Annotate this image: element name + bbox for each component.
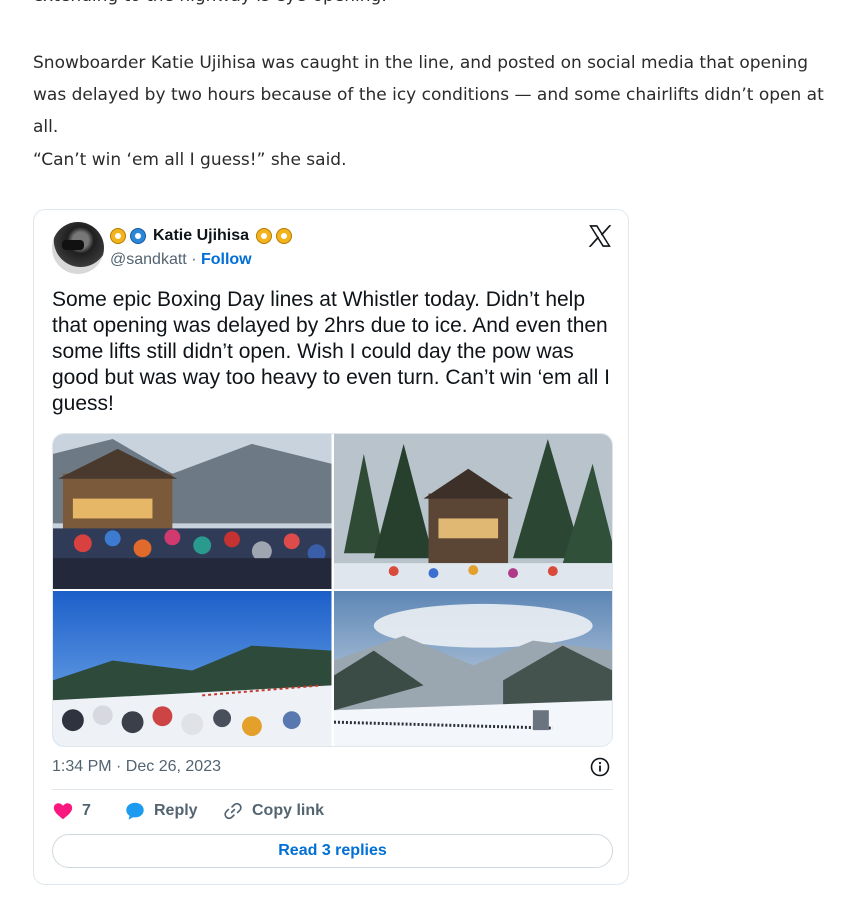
- article-paragraph-top: extending to the highway is eye-opening.: [33, 0, 833, 12]
- avatar[interactable]: [52, 222, 104, 274]
- copy-link-button[interactable]: Copy link: [222, 800, 324, 822]
- divider: [52, 789, 613, 790]
- tweet-photo-3[interactable]: [53, 591, 332, 746]
- tweet-actions: 7 Reply Copy link: [52, 800, 324, 822]
- like-count: 7: [82, 802, 91, 819]
- reply-label: Reply: [154, 802, 198, 819]
- tweet-photo-grid: [52, 433, 613, 747]
- heart-icon: [53, 803, 73, 820]
- copy-link-label: Copy link: [252, 802, 325, 819]
- read-replies-button[interactable]: Read 3 replies: [52, 834, 613, 868]
- author-name[interactable]: Katie Ujihisa: [153, 227, 249, 245]
- tweet-text: Some epic Boxing Day lines at Whistler t…: [52, 288, 610, 415]
- info-icon[interactable]: [590, 757, 610, 777]
- embedded-tweet: Katie Ujihisa @sandkatt · Follow Some ep…: [33, 209, 629, 885]
- tweet-photo-1[interactable]: [53, 434, 332, 589]
- article-paragraph-2: “Can’t win ‘em all I guess!” she said.: [33, 150, 347, 170]
- link-icon: [224, 802, 242, 820]
- x-logo-icon[interactable]: [587, 223, 613, 249]
- speech-bubble-icon: [126, 802, 144, 820]
- sun-emoji-icon: [256, 228, 273, 244]
- sun-emoji-icon: [110, 228, 126, 244]
- tweet-photo-2[interactable]: [333, 434, 612, 589]
- like-button[interactable]: 7: [52, 800, 124, 822]
- tweet-photo-4[interactable]: [333, 591, 612, 746]
- reply-button[interactable]: Reply: [124, 800, 222, 822]
- article-paragraph-1: Snowboarder Katie Ujihisa was caught in …: [33, 53, 824, 137]
- sun-emoji-icon: [130, 228, 146, 244]
- follow-link[interactable]: Follow: [201, 251, 252, 268]
- author-handle-row: @sandkatt · Follow: [110, 251, 252, 269]
- tweet-timestamp[interactable]: 1:34 PM · Dec 26, 2023: [52, 758, 221, 776]
- author-handle[interactable]: @sandkatt: [110, 251, 187, 268]
- handle-separator: ·: [191, 251, 197, 268]
- author-name-row: Katie Ujihisa: [110, 227, 293, 245]
- sun-emoji-icon: [276, 228, 293, 244]
